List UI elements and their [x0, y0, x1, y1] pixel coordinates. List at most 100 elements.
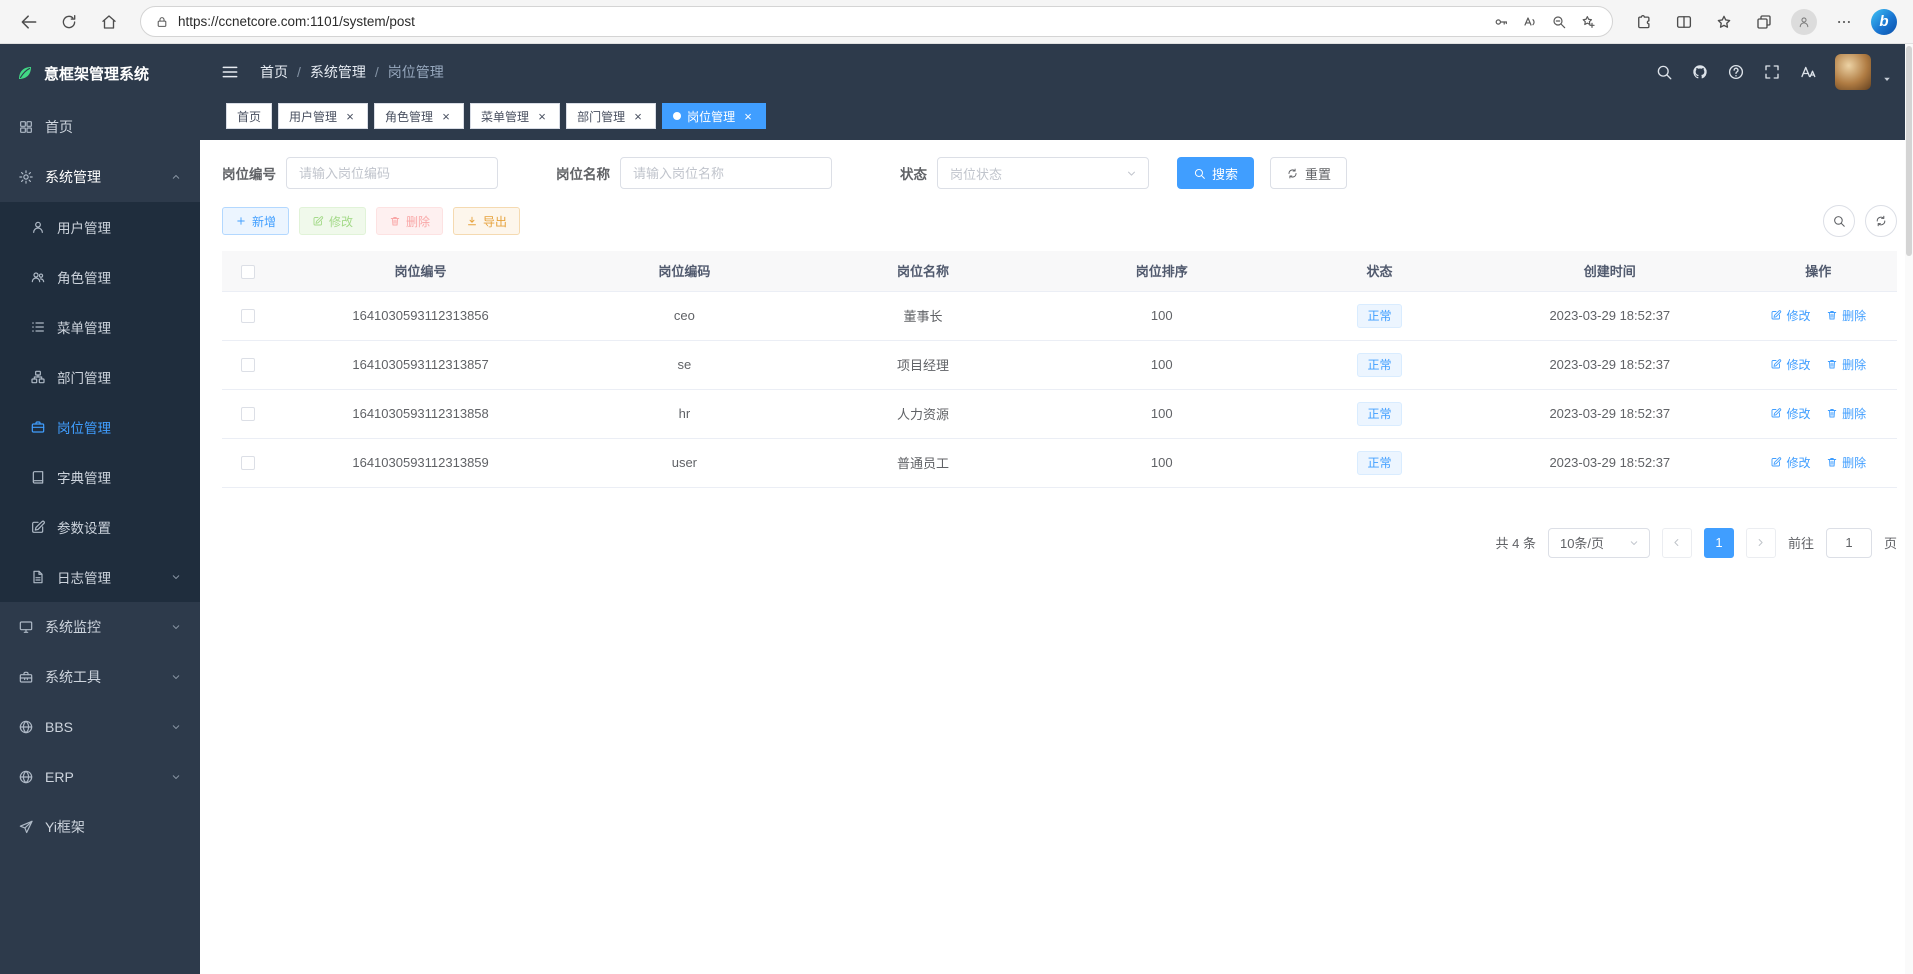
page-size-select[interactable]: 10条/页 [1548, 528, 1650, 558]
header-actions [1655, 54, 1893, 90]
sidebar-item-home[interactable]: 首页 [0, 102, 200, 152]
row-delete-link[interactable]: 删除 [1826, 454, 1866, 471]
next-page-button[interactable] [1746, 528, 1776, 558]
sidebar-item-role-mgmt[interactable]: 角色管理 [0, 252, 200, 302]
row-delete-link[interactable]: 删除 [1826, 356, 1866, 373]
sidebar-toggle-button[interactable] [220, 62, 240, 82]
row-edit-link[interactable]: 修改 [1770, 454, 1810, 471]
select-all-checkbox[interactable] [241, 265, 255, 279]
row-checkbox[interactable] [241, 407, 255, 421]
row-checkbox[interactable] [241, 358, 255, 372]
fullscreen-button[interactable] [1763, 63, 1781, 81]
browser-menu-button[interactable] [1827, 5, 1861, 39]
sidebar-item-tools[interactable]: 系统工具 [0, 652, 200, 702]
tab-post-mgmt[interactable]: 岗位管理× [662, 103, 766, 129]
split-screen-button[interactable] [1667, 5, 1701, 39]
cell-post-id: 1641030593112313857 [274, 340, 567, 389]
sidebar-menu: 首页 系统管理 用户管理 角色管理 菜单管理 [0, 102, 200, 852]
table-row: 1641030593112313857 se 项目经理 100 正常 2023-… [222, 340, 1897, 389]
tab-home[interactable]: 首页 [226, 103, 272, 129]
edit-icon [30, 519, 46, 535]
reset-button[interactable]: 重置 [1270, 157, 1347, 189]
sidebar-item-post-mgmt[interactable]: 岗位管理 [0, 402, 200, 452]
header-search-button[interactable] [1655, 63, 1673, 81]
edit-button-label: 修改 [329, 213, 353, 230]
zoom-out-icon[interactable] [1549, 12, 1569, 32]
browser-home-button[interactable] [92, 5, 126, 39]
read-aloud-icon[interactable] [1520, 12, 1540, 32]
edit-button[interactable]: 修改 [299, 207, 366, 235]
copilot-button[interactable]: b [1867, 5, 1901, 39]
breadcrumb-home[interactable]: 首页 [260, 62, 288, 82]
collections-button[interactable] [1747, 5, 1781, 39]
sidebar-item-menu-mgmt[interactable]: 菜单管理 [0, 302, 200, 352]
font-size-button[interactable] [1799, 63, 1817, 81]
search-icon [1655, 63, 1673, 81]
tab-user-mgmt[interactable]: 用户管理× [278, 103, 368, 129]
close-icon[interactable]: × [631, 109, 645, 123]
browser-back-button[interactable] [12, 5, 46, 39]
password-key-icon[interactable] [1491, 12, 1511, 32]
help-button[interactable] [1727, 63, 1745, 81]
post-code-input[interactable] [286, 157, 498, 189]
sidebar-item-log-mgmt[interactable]: 日志管理 [0, 552, 200, 602]
row-edit-link[interactable]: 修改 [1770, 405, 1810, 422]
post-name-input[interactable] [620, 157, 832, 189]
tab-dept-mgmt[interactable]: 部门管理× [566, 103, 656, 129]
column-header-post-sort: 岗位排序 [1045, 251, 1280, 291]
prev-page-button[interactable] [1662, 528, 1692, 558]
sidebar-item-label: 系统管理 [45, 167, 101, 187]
column-header-actions: 操作 [1740, 251, 1897, 291]
sidebar-item-label: 系统工具 [45, 667, 101, 687]
row-delete-link[interactable]: 删除 [1826, 307, 1866, 324]
sidebar-item-dept-mgmt[interactable]: 部门管理 [0, 352, 200, 402]
tab-menu-mgmt[interactable]: 菜单管理× [470, 103, 560, 129]
goto-page-input[interactable] [1826, 528, 1872, 558]
sidebar-item-dict-mgmt[interactable]: 字典管理 [0, 452, 200, 502]
sidebar-item-label: 系统监控 [45, 617, 101, 637]
sidebar-item-yi-framework[interactable]: Yi框架 [0, 802, 200, 852]
row-edit-link[interactable]: 修改 [1770, 307, 1810, 324]
page-1-button[interactable]: 1 [1704, 528, 1734, 558]
refresh-table-button[interactable] [1865, 205, 1897, 237]
close-icon[interactable]: × [439, 109, 453, 123]
sidebar-item-bbs[interactable]: BBS [0, 702, 200, 752]
row-delete-link[interactable]: 删除 [1826, 405, 1866, 422]
sidebar-item-param-settings[interactable]: 参数设置 [0, 502, 200, 552]
sidebar-item-erp[interactable]: ERP [0, 752, 200, 802]
row-edit-link[interactable]: 修改 [1770, 356, 1810, 373]
row-checkbox[interactable] [241, 309, 255, 323]
sidebar-item-system[interactable]: 系统管理 [0, 152, 200, 202]
delete-button[interactable]: 删除 [376, 207, 443, 235]
pagination: 共 4 条 10条/页 1 前往 页 [222, 528, 1897, 558]
browser-profile-button[interactable] [1787, 5, 1821, 39]
browser-refresh-button[interactable] [52, 5, 86, 39]
toggle-search-button[interactable] [1823, 205, 1855, 237]
address-bar[interactable]: https://ccnetcore.com:1101/system/post [140, 6, 1613, 37]
tab-role-mgmt[interactable]: 角色管理× [374, 103, 464, 129]
extensions-button[interactable] [1627, 5, 1661, 39]
export-button[interactable]: 导出 [453, 207, 520, 235]
scrollbar-thumb[interactable] [1906, 46, 1912, 256]
close-icon[interactable]: × [343, 109, 357, 123]
system-submenu: 用户管理 角色管理 菜单管理 部门管理 岗位管理 [0, 202, 200, 602]
chevron-down-icon [170, 571, 182, 583]
cell-post-sort: 100 [1045, 340, 1280, 389]
row-checkbox[interactable] [241, 456, 255, 470]
favorites-button[interactable] [1707, 5, 1741, 39]
cell-post-id: 1641030593112313859 [274, 438, 567, 487]
add-button[interactable]: 新增 [222, 207, 289, 235]
breadcrumb-system[interactable]: 系统管理 [310, 62, 366, 82]
scrollbar[interactable] [1905, 44, 1913, 974]
search-button[interactable]: 搜索 [1177, 157, 1254, 189]
close-icon[interactable]: × [741, 109, 755, 123]
add-favorite-icon[interactable] [1578, 12, 1598, 32]
status-badge: 正常 [1357, 353, 1401, 377]
sidebar-item-monitor[interactable]: 系统监控 [0, 602, 200, 652]
sidebar-item-user-mgmt[interactable]: 用户管理 [0, 202, 200, 252]
close-icon[interactable]: × [535, 109, 549, 123]
status-select[interactable]: 岗位状态 [937, 157, 1149, 189]
user-avatar[interactable] [1835, 54, 1871, 90]
github-button[interactable] [1691, 63, 1709, 81]
user-menu-caret[interactable] [1881, 73, 1893, 85]
